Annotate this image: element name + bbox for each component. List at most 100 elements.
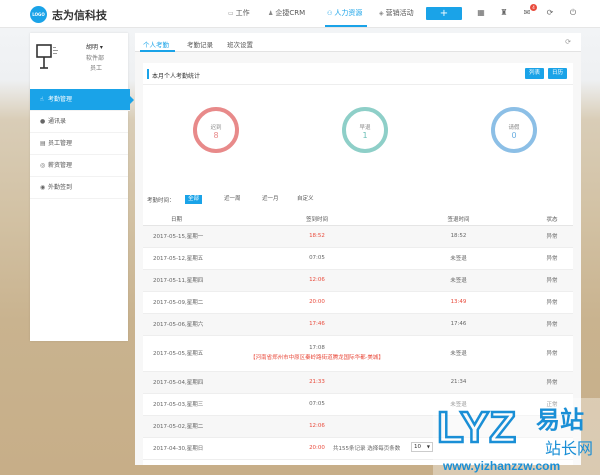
col-checkout: 签退时间 [386, 213, 531, 226]
sidebar-item-label: 员工管理 [48, 140, 73, 147]
filter-month[interactable]: 近一月 [259, 195, 282, 204]
card-title: 本月个人考勤统计 [152, 73, 201, 80]
checkout-time: 21:34 [450, 379, 467, 385]
nav-marketing[interactable]: ◈ 营销活动 [379, 8, 414, 18]
stat-leave[interactable]: 请假 0 [491, 107, 537, 153]
table-row[interactable]: 2017-05-05,星期五 17:08 【河南省郑州市中原区秦岭路街道腾龙国际华都… [143, 335, 573, 372]
checkin-time: 18:52 [309, 233, 325, 239]
cell-date: 2017-05-05,星期五 [143, 335, 248, 372]
sidebar: 胡明 ▾ 软件部 员工 ☝ 考勤管理 ● 通讯录 ▤ 员工管理 ◎ 薪资管理 ◉ 外勤签到 [30, 33, 134, 341]
sidebar-item-label: 考勤管理 [48, 96, 73, 103]
filter-all[interactable]: 全部 [185, 195, 203, 204]
user-department: 软件部 [86, 55, 105, 62]
cell-checkout: 18:52 [386, 225, 531, 248]
stat-early-leave-value: 1 [362, 131, 368, 140]
staff-icon: ▤ [40, 140, 46, 147]
sidebar-item-attendance[interactable]: ☝ 考勤管理 [30, 89, 134, 111]
checkout-time: 未签退 [450, 351, 467, 357]
cell-date: 2017-05-15,星期一 [143, 225, 248, 248]
stat-early-leave-label: 早退 [359, 125, 371, 131]
cell-checkin: 21:33 [248, 371, 386, 394]
tab-shift-settings[interactable]: 班次设置 [227, 39, 253, 49]
stat-leave-value: 0 [511, 131, 517, 140]
salary-icon: ◎ [40, 162, 46, 169]
table-row[interactable]: 2017-05-12,星期五 07:05 未签退 异常 [143, 247, 573, 270]
cell-checkin: 12:06 [248, 269, 386, 292]
nav-crm-label: 企捷CRM [275, 9, 306, 17]
cell-checkin: 12:06 [248, 415, 386, 438]
cell-date: 2017-04-30,星期日 [143, 437, 248, 460]
table-row[interactable]: 2017-05-09,星期二 20:00 13:49 异常 [143, 291, 573, 314]
cell-date: 2017-05-06,星期六 [143, 313, 248, 336]
avatar[interactable] [36, 43, 60, 69]
col-date: 日期 [143, 213, 248, 226]
filter-custom[interactable]: 自定义 [294, 195, 317, 204]
filter-week[interactable]: 近一周 [221, 195, 244, 204]
nav-hr[interactable]: ⚇ 人力资源 [327, 8, 362, 18]
card-header: 本月个人考勤统计 列表 日历 [143, 63, 573, 85]
table-row[interactable]: 2017-05-06,星期六 17:46 17:46 异常 [143, 313, 573, 336]
checkout-time: 未签退 [450, 278, 467, 284]
cell-checkout: 21:34 [386, 371, 531, 394]
table-row[interactable]: 2017-05-04,星期四 21:33 21:34 异常 [143, 371, 573, 394]
shirt-icon[interactable]: ♜ [499, 8, 509, 17]
table-row[interactable]: 2017-05-11,星期四 12:06 未签退 异常 [143, 269, 573, 292]
watermark-main: LYZ [437, 403, 516, 452]
cell-status: 异常 [531, 371, 573, 394]
refresh-icon[interactable]: ⟳ [565, 38, 571, 46]
cell-checkout: 17:46 [386, 313, 531, 336]
power-icon[interactable]: ⏻ [568, 8, 578, 18]
nav-work[interactable]: ▭ 工作 [228, 8, 250, 18]
checkout-time: 13:49 [450, 299, 467, 305]
building-icon[interactable]: ▦ [476, 8, 486, 17]
cell-date: 2017-05-09,星期二 [143, 291, 248, 314]
logo[interactable]: LOGO [30, 6, 47, 23]
location-icon: ◉ [40, 184, 46, 191]
cell-checkin: 07:05 [248, 247, 386, 270]
cell-checkin: 17:46 [248, 313, 386, 336]
contact-icon: ● [40, 118, 46, 125]
checkin-time: 21:33 [309, 379, 325, 385]
checkin-time: 20:00 [309, 445, 325, 451]
nav-active-underline [325, 25, 367, 27]
page-size-select[interactable]: 10 ▼ [411, 442, 433, 452]
mail-badge: 4 [530, 4, 537, 11]
sidebar-item-contacts[interactable]: ● 通讯录 [30, 111, 128, 133]
calendar-view-button[interactable]: 日历 [548, 68, 568, 79]
sidebar-item-staff[interactable]: ▤ 员工管理 [30, 133, 128, 155]
sidebar-item-field-checkin[interactable]: ◉ 外勤签到 [30, 177, 128, 199]
watermark-cn2: 站长网 [545, 439, 593, 458]
tab-personal-attendance[interactable]: 个人考勤 [143, 39, 169, 49]
watermark-url: www.yizhanzzw.com [442, 459, 560, 473]
checkout-time: 18:52 [450, 233, 467, 239]
list-view-button[interactable]: 列表 [525, 68, 545, 79]
sidebar-item-salary[interactable]: ◎ 薪资管理 [30, 155, 128, 177]
checkin-time: 17:46 [309, 321, 325, 327]
people-icon: ⚇ [327, 10, 333, 17]
stat-late[interactable]: 迟到 8 [193, 107, 239, 153]
tab-attendance-records[interactable]: 考勤记录 [187, 39, 213, 49]
table-header: 日期 签到时间 签退时间 状态 [143, 213, 573, 226]
cell-checkout: 未签退 [386, 269, 531, 292]
top-bar: LOGO 志为信科技 ▭ 工作 ♟ 企捷CRM ⚇ 人力资源 ◈ 营销活动 + ▦ ♜ … [0, 0, 600, 28]
hand-icon: ☝ [40, 96, 44, 103]
user-role: 员工 [90, 65, 103, 72]
add-button[interactable]: + [426, 7, 462, 20]
cell-status: 异常 [531, 335, 573, 372]
col-status: 状态 [531, 213, 573, 226]
checkout-time: 17:46 [450, 321, 467, 327]
nav-hr-label: 人力资源 [334, 9, 363, 17]
cell-status: 异常 [531, 269, 573, 292]
col-checkin: 签到时间 [248, 213, 386, 226]
stat-early-leave[interactable]: 早退 1 [342, 107, 388, 153]
cell-checkout: 13:49 [386, 291, 531, 314]
cell-checkin: 07:05 [248, 393, 386, 416]
table-row[interactable]: 2017-05-15,星期一 18:52 18:52 异常 [143, 225, 573, 248]
refresh-icon[interactable]: ⟳ [545, 8, 555, 17]
nav-crm[interactable]: ♟ 企捷CRM [268, 8, 305, 18]
filter-label: 考勤时间： [147, 198, 175, 204]
cell-date: 2017-05-03,星期三 [143, 393, 248, 416]
stat-late-label: 迟到 [210, 125, 222, 131]
user-name[interactable]: 胡明 ▾ [86, 42, 103, 51]
cell-status: 异常 [531, 247, 573, 270]
